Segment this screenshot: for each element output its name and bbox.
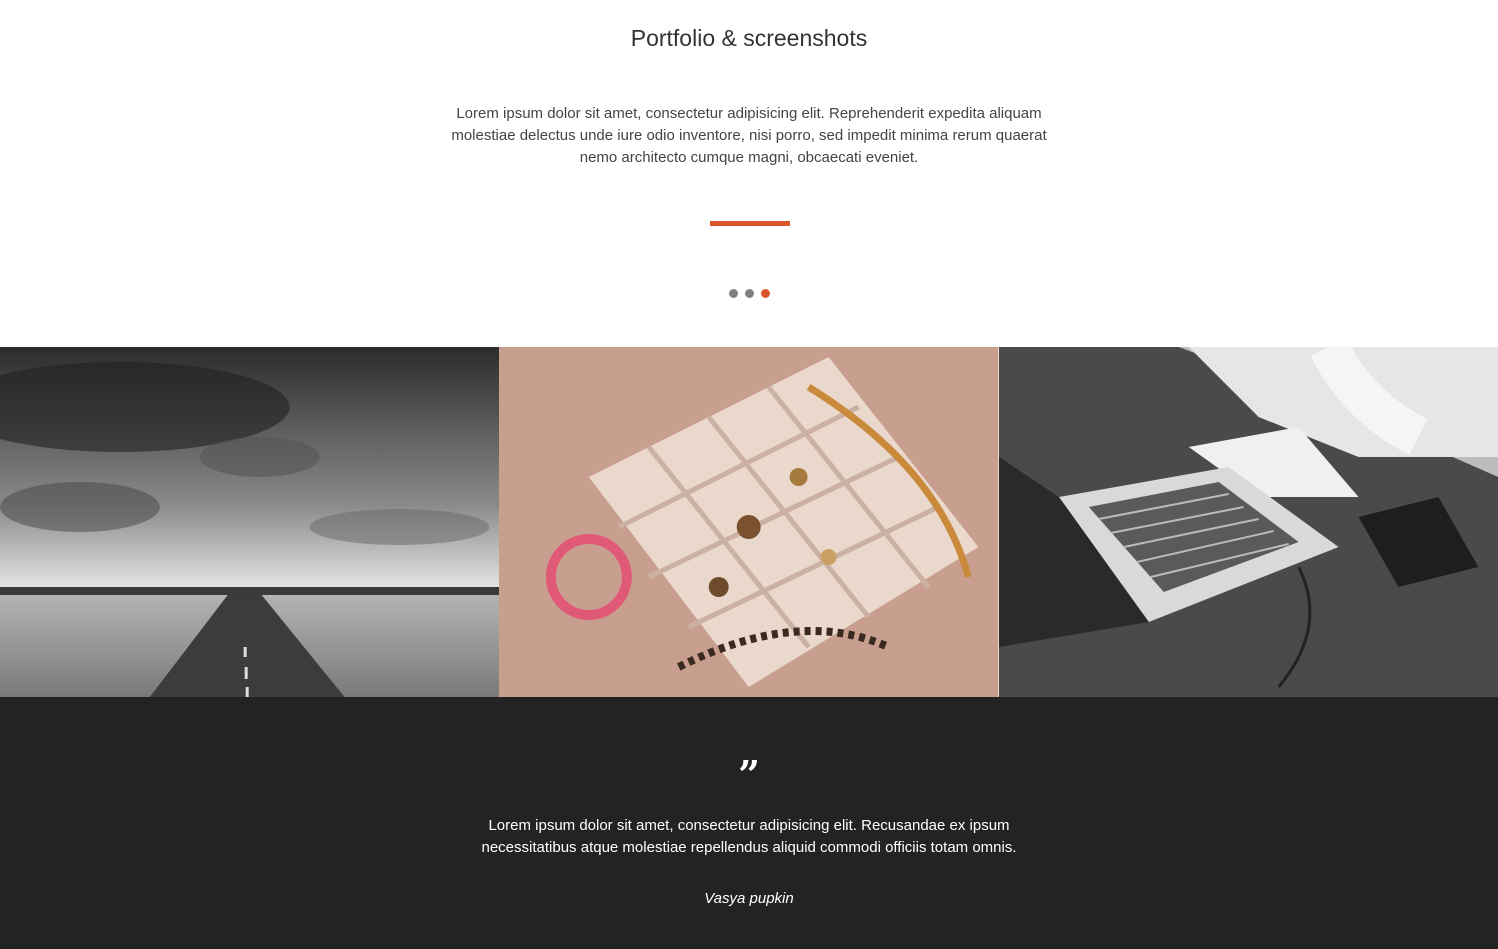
gallery-item-laptop-workspace[interactable] bbox=[998, 347, 1498, 697]
accent-divider bbox=[710, 221, 790, 226]
slider-pagination bbox=[729, 289, 770, 298]
laptop-workspace-image bbox=[998, 347, 1498, 697]
slider-dot-2[interactable] bbox=[745, 289, 754, 298]
portfolio-intro-section: Portfolio & screenshots Lorem ipsum dolo… bbox=[0, 0, 1498, 347]
testimonial-section: ” Lorem ipsum dolor sit amet, consectetu… bbox=[0, 697, 1498, 949]
testimonial-text: Lorem ipsum dolor sit amet, consectetur … bbox=[481, 817, 1017, 856]
gallery-item-road-landscape[interactable] bbox=[0, 347, 500, 697]
section-description: Lorem ipsum dolor sit amet, consectetur … bbox=[451, 105, 1047, 166]
slider-dot-3-active[interactable] bbox=[761, 289, 770, 298]
jewelry-box-image bbox=[499, 347, 999, 697]
gallery-item-jewelry-box[interactable] bbox=[499, 347, 999, 697]
quote-icon: ” bbox=[738, 752, 760, 797]
section-title: Portfolio & screenshots bbox=[630, 25, 868, 51]
testimonial-author: Vasya pupkin bbox=[704, 890, 794, 907]
portfolio-gallery bbox=[0, 347, 1498, 697]
slider-dot-1[interactable] bbox=[729, 289, 738, 298]
road-landscape-image bbox=[0, 347, 500, 697]
